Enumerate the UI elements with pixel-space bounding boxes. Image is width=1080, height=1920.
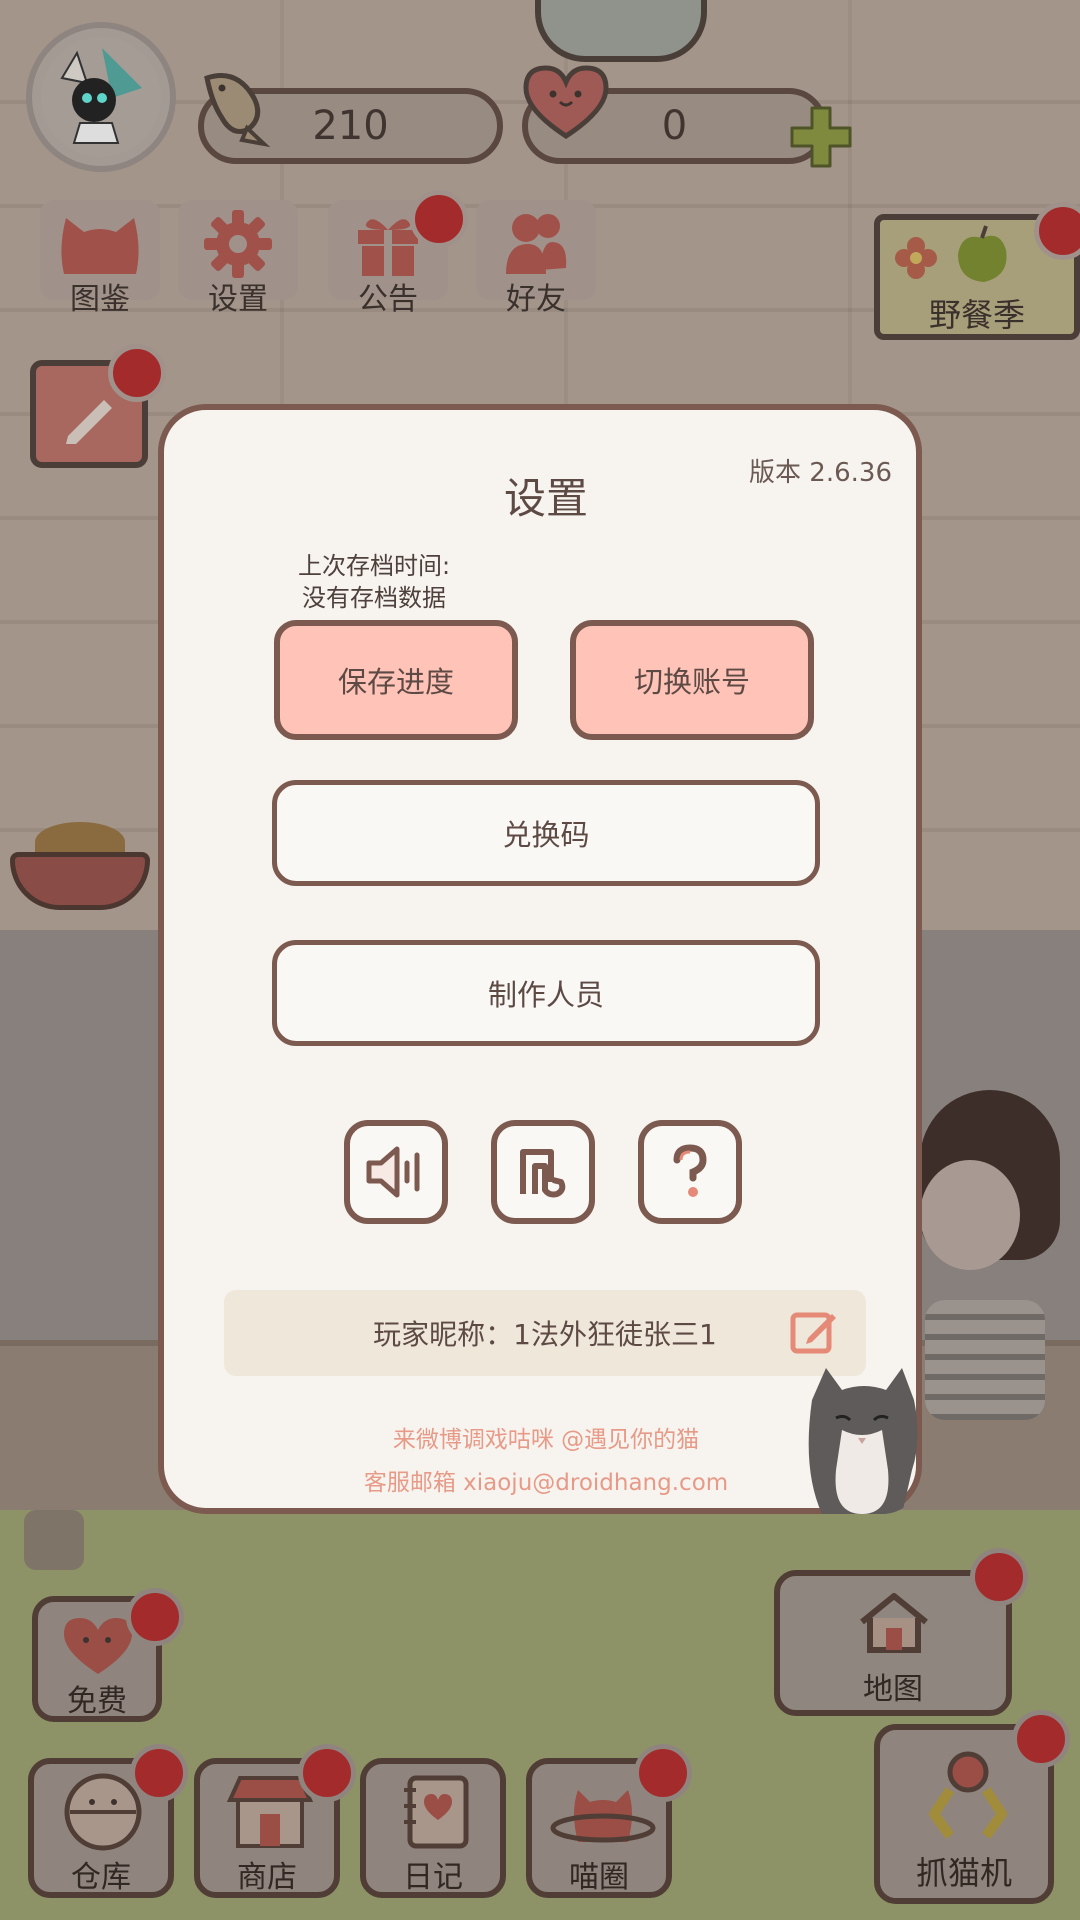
dock-label-diary: 日记 bbox=[403, 1860, 463, 1895]
cat-photo-sticker bbox=[802, 1360, 922, 1514]
friends-icon bbox=[506, 214, 567, 274]
community-notification-dot bbox=[634, 1744, 692, 1802]
announcement-notification-dot bbox=[410, 190, 468, 248]
settings-dialog: 设置 版本 2.6.36 上次存档时间: 没有存档数据 保存进度 切换账号 兑换… bbox=[158, 404, 922, 1514]
speaker-icon bbox=[366, 1146, 420, 1198]
menu-item-collection[interactable]: 图鉴 bbox=[30, 200, 170, 318]
shop-notification-dot bbox=[298, 1744, 356, 1802]
credits-button[interactable]: 制作人员 bbox=[272, 940, 820, 1046]
save-progress-button[interactable]: 保存进度 bbox=[274, 620, 518, 740]
menu-item-announcement[interactable]: 公告 bbox=[318, 190, 468, 318]
claw-icon bbox=[929, 1751, 1007, 1839]
small-scene-button[interactable] bbox=[24, 1510, 84, 1570]
map-label: 地图 bbox=[863, 1672, 923, 1707]
notepad-notification-dot bbox=[108, 344, 166, 402]
cat-face-icon bbox=[61, 218, 139, 274]
free-label: 免费 bbox=[67, 1684, 127, 1719]
flower-icon bbox=[895, 237, 937, 279]
version-text: 版本 2.6.36 bbox=[749, 458, 892, 488]
switch-account-button[interactable]: 切换账号 bbox=[570, 620, 814, 740]
event-label: 野餐季 bbox=[928, 296, 1025, 334]
claw-notification-dot bbox=[1012, 1710, 1070, 1768]
map-notification-dot bbox=[970, 1548, 1028, 1606]
menu-label-friends: 好友 bbox=[506, 282, 566, 317]
diary-book-icon bbox=[404, 1775, 469, 1849]
menu-item-settings[interactable]: 设置 bbox=[168, 200, 308, 318]
pencil-icon bbox=[66, 400, 112, 444]
free-notification-dot bbox=[126, 1588, 184, 1646]
fish-icon bbox=[192, 58, 282, 152]
music-note-icon bbox=[520, 1149, 566, 1198]
edit-nickname-button[interactable] bbox=[788, 1306, 840, 1362]
house-icon bbox=[860, 1593, 928, 1653]
apple-icon bbox=[958, 225, 1007, 282]
claw-machine-label: 抓猫机 bbox=[915, 1854, 1012, 1892]
music-toggle-button[interactable] bbox=[491, 1120, 595, 1224]
menu-label-collection: 图鉴 bbox=[70, 282, 130, 317]
menu-item-friends[interactable]: 好友 bbox=[466, 200, 606, 318]
help-button[interactable] bbox=[638, 1120, 742, 1224]
sound-toggle-button[interactable] bbox=[344, 1120, 448, 1224]
last-save-value: 没有存档数据 bbox=[302, 584, 446, 612]
picnic-season-event[interactable]: 野餐季 bbox=[874, 202, 1080, 344]
edit-icon bbox=[790, 1312, 836, 1354]
menu-label-settings: 设置 bbox=[208, 282, 268, 317]
dock-label-community: 喵圈 bbox=[569, 1860, 629, 1895]
question-mark-icon bbox=[673, 1144, 707, 1197]
dock-label-warehouse: 仓库 bbox=[71, 1860, 131, 1895]
notepad-widget[interactable] bbox=[30, 344, 166, 470]
last-save-info: 上次存档时间: 没有存档数据 bbox=[244, 550, 504, 614]
dock-diary-button[interactable]: 日记 bbox=[360, 1758, 506, 1898]
cat-silhouette-top bbox=[535, 0, 707, 62]
redeem-code-button[interactable]: 兑换码 bbox=[272, 780, 820, 886]
food-bowl[interactable] bbox=[10, 822, 150, 912]
nickname-text: 玩家昵称：1法外狂徒张三1 bbox=[373, 1318, 717, 1351]
player-avatar[interactable] bbox=[26, 22, 176, 172]
menu-label-announcement: 公告 bbox=[358, 282, 418, 317]
warehouse-notification-dot bbox=[130, 1744, 188, 1802]
gear-icon bbox=[204, 210, 272, 278]
nickname-box: 玩家昵称：1法外狂徒张三1 bbox=[224, 1290, 866, 1376]
dock-label-shop: 商店 bbox=[237, 1860, 297, 1895]
heart-currency-icon bbox=[518, 58, 614, 146]
last-save-label: 上次存档时间: bbox=[297, 552, 451, 580]
add-heart-button[interactable] bbox=[788, 104, 854, 174]
